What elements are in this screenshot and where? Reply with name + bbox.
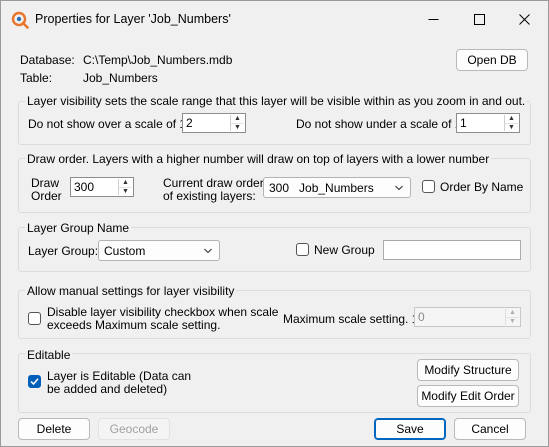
under-scale-value: 1 xyxy=(460,116,467,130)
disable-visibility-label-line2: exceeds Maximum scale setting. xyxy=(47,318,221,332)
layer-editable-label-line1: Layer is Editable (Data can xyxy=(47,369,192,383)
current-order-label-line1: Current draw order xyxy=(163,176,264,190)
save-label: Save xyxy=(396,422,424,436)
cancel-label: Cancel xyxy=(471,422,509,436)
close-icon xyxy=(518,13,530,25)
layer-group-dropdown[interactable]: Custom xyxy=(98,240,220,261)
properties-dialog: Properties for Layer 'Job_Numbers' Datab… xyxy=(0,0,549,447)
database-label: Database: xyxy=(20,53,75,67)
layer-group-legend: Layer Group Name xyxy=(25,221,132,235)
window-title: Properties for Layer 'Job_Numbers' xyxy=(35,12,231,26)
disable-visibility-label-line1: Disable layer visibility checkbox when s… xyxy=(47,305,279,319)
order-by-name-label: Order By Name xyxy=(440,180,524,194)
draw-order-spinner[interactable]: 300 ▲ ▼ xyxy=(70,177,134,197)
modify-edit-order-label: Modify Edit Order xyxy=(421,389,515,403)
chevron-down-icon xyxy=(395,185,403,191)
under-scale-label: Do not show under a scale of 1: xyxy=(296,117,465,131)
checkmark-icon xyxy=(30,378,39,386)
spin-up-icon[interactable]: ▲ xyxy=(231,115,244,124)
new-group-label: New Group xyxy=(314,243,375,257)
current-order-label-line2: of existing layers: xyxy=(163,189,256,203)
draw-label-line2: Order xyxy=(31,189,62,203)
maximize-icon xyxy=(473,13,485,25)
under-scale-arrows[interactable]: ▲ ▼ xyxy=(504,115,518,131)
close-button[interactable] xyxy=(501,1,547,37)
max-scale-arrows[interactable]: ▲ ▼ xyxy=(505,309,519,325)
under-scale-spinner[interactable]: 1 ▲ ▼ xyxy=(456,113,520,133)
layer-editable-label-line2: be added and deleted) xyxy=(47,382,168,396)
spin-up-icon[interactable]: ▲ xyxy=(506,309,519,318)
layer-group-label: Layer Group: xyxy=(28,244,99,258)
save-button[interactable]: Save xyxy=(374,418,446,440)
max-scale-spinner[interactable]: 0 ▲ ▼ xyxy=(414,307,521,327)
modify-structure-label: Modify Structure xyxy=(424,363,512,377)
open-db-button[interactable]: Open DB xyxy=(456,49,528,71)
app-logo-icon xyxy=(11,11,29,29)
over-scale-spinner[interactable]: 2 ▲ ▼ xyxy=(182,113,246,133)
new-group-checkbox[interactable] xyxy=(296,243,309,256)
spin-down-icon[interactable]: ▼ xyxy=(505,124,518,132)
disable-visibility-checkbox[interactable] xyxy=(28,312,41,325)
minimize-button[interactable] xyxy=(410,1,456,37)
spin-down-icon[interactable]: ▼ xyxy=(231,124,244,132)
modify-edit-order-button[interactable]: Modify Edit Order xyxy=(417,385,519,407)
spin-up-icon[interactable]: ▲ xyxy=(505,115,518,124)
maximize-button[interactable] xyxy=(456,1,502,37)
geocode-label: Geocode xyxy=(109,422,159,436)
current-order-selected: 300 Job_Numbers xyxy=(269,181,374,195)
draw-order-value: 300 xyxy=(74,180,95,194)
draw-label-line1: Draw xyxy=(31,176,60,190)
open-db-label: Open DB xyxy=(467,53,517,67)
table-label: Table: xyxy=(20,71,53,85)
editable-legend: Editable xyxy=(25,348,73,362)
max-scale-label: Maximum scale setting. 1: xyxy=(283,312,422,326)
draw-order-legend: Draw order. Layers with a higher number … xyxy=(25,152,492,166)
layer-group-selected: Custom xyxy=(104,244,146,258)
visibility-legend: Layer visibility sets the scale range th… xyxy=(25,94,528,108)
layer-editable-checkbox[interactable] xyxy=(28,375,41,388)
max-scale-value: 0 xyxy=(418,310,425,324)
spin-up-icon[interactable]: ▲ xyxy=(119,179,132,188)
draw-order-arrows[interactable]: ▲ ▼ xyxy=(118,179,132,195)
spin-down-icon[interactable]: ▼ xyxy=(506,318,519,326)
current-order-dropdown[interactable]: 300 Job_Numbers xyxy=(263,177,411,198)
manual-legend: Allow manual settings for layer visibili… xyxy=(25,284,237,298)
delete-label: Delete xyxy=(36,422,72,436)
over-scale-label: Do not show over a scale of 1: xyxy=(28,117,190,131)
database-value: C:\Temp\Job_Numbers.mdb xyxy=(83,53,233,67)
new-group-input[interactable] xyxy=(383,240,521,260)
order-by-name-checkbox[interactable] xyxy=(422,180,435,193)
spin-down-icon[interactable]: ▼ xyxy=(119,188,132,196)
over-scale-value: 2 xyxy=(186,116,193,130)
over-scale-arrows[interactable]: ▲ ▼ xyxy=(230,115,244,131)
modify-structure-button[interactable]: Modify Structure xyxy=(417,359,519,381)
geocode-button[interactable]: Geocode xyxy=(98,418,170,440)
minimize-icon xyxy=(428,18,438,20)
chevron-down-icon xyxy=(204,248,212,254)
table-value: Job_Numbers xyxy=(83,71,158,85)
delete-button[interactable]: Delete xyxy=(18,418,90,440)
title-bar: Properties for Layer 'Job_Numbers' xyxy=(1,1,548,37)
cancel-button[interactable]: Cancel xyxy=(454,418,526,440)
